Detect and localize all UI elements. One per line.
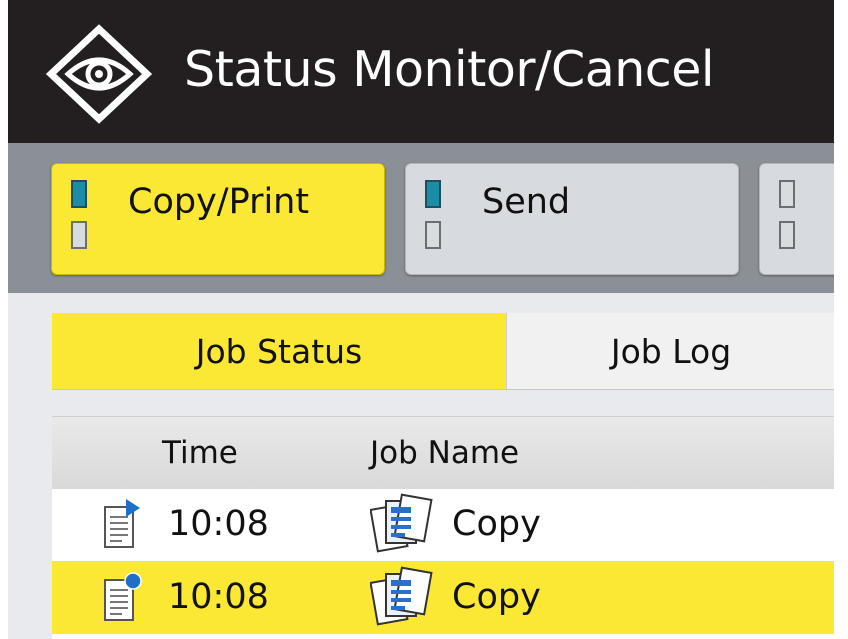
- job-list-header: Time Job Name: [52, 416, 834, 490]
- job-subtabs: Job Status Job Log: [52, 313, 834, 390]
- tab-copy-print-label: Copy/Print: [128, 182, 310, 222]
- job-list: Time Job Name 10:08 Copy 10:08 Copy: [52, 416, 834, 639]
- indicator-light-off: [425, 221, 441, 249]
- indicator-light-off: [779, 221, 795, 249]
- job-name: Copy: [452, 504, 541, 544]
- table-row[interactable]: 10:08 Copy: [52, 562, 834, 634]
- column-header-time[interactable]: Time: [162, 431, 238, 475]
- column-header-job-name[interactable]: Job Name: [370, 431, 519, 475]
- document-waiting-icon: [104, 572, 142, 621]
- copy-job-icon: [370, 566, 433, 626]
- job-time: 10:08: [168, 577, 269, 617]
- tab-copy-print[interactable]: Copy/Print: [51, 163, 385, 275]
- table-row[interactable]: 10:08 Copy: [52, 489, 834, 562]
- document-processing-icon: [104, 499, 140, 548]
- category-tab-strip: Copy/Print Send: [8, 143, 834, 293]
- indicator-light-on: [71, 180, 87, 208]
- tab-job-log[interactable]: Job Log: [506, 313, 834, 389]
- tab-send-label: Send: [482, 182, 571, 222]
- status-monitor-screen: Status Monitor/Cancel Copy/Print Send Jo…: [8, 0, 834, 639]
- tab-send[interactable]: Send: [405, 163, 739, 275]
- tab-job-status[interactable]: Job Status: [52, 313, 506, 389]
- job-name: Copy: [452, 577, 541, 617]
- tab-third[interactable]: [759, 163, 834, 275]
- indicator-light-off: [779, 180, 795, 208]
- job-time: 10:08: [168, 504, 269, 544]
- indicator-light-on: [425, 180, 441, 208]
- page-title: Status Monitor/Cancel: [184, 41, 714, 98]
- eye-icon: [46, 24, 152, 124]
- indicator-light-off: [71, 221, 87, 249]
- title-bar: Status Monitor/Cancel: [8, 0, 834, 143]
- copy-job-icon: [370, 493, 433, 553]
